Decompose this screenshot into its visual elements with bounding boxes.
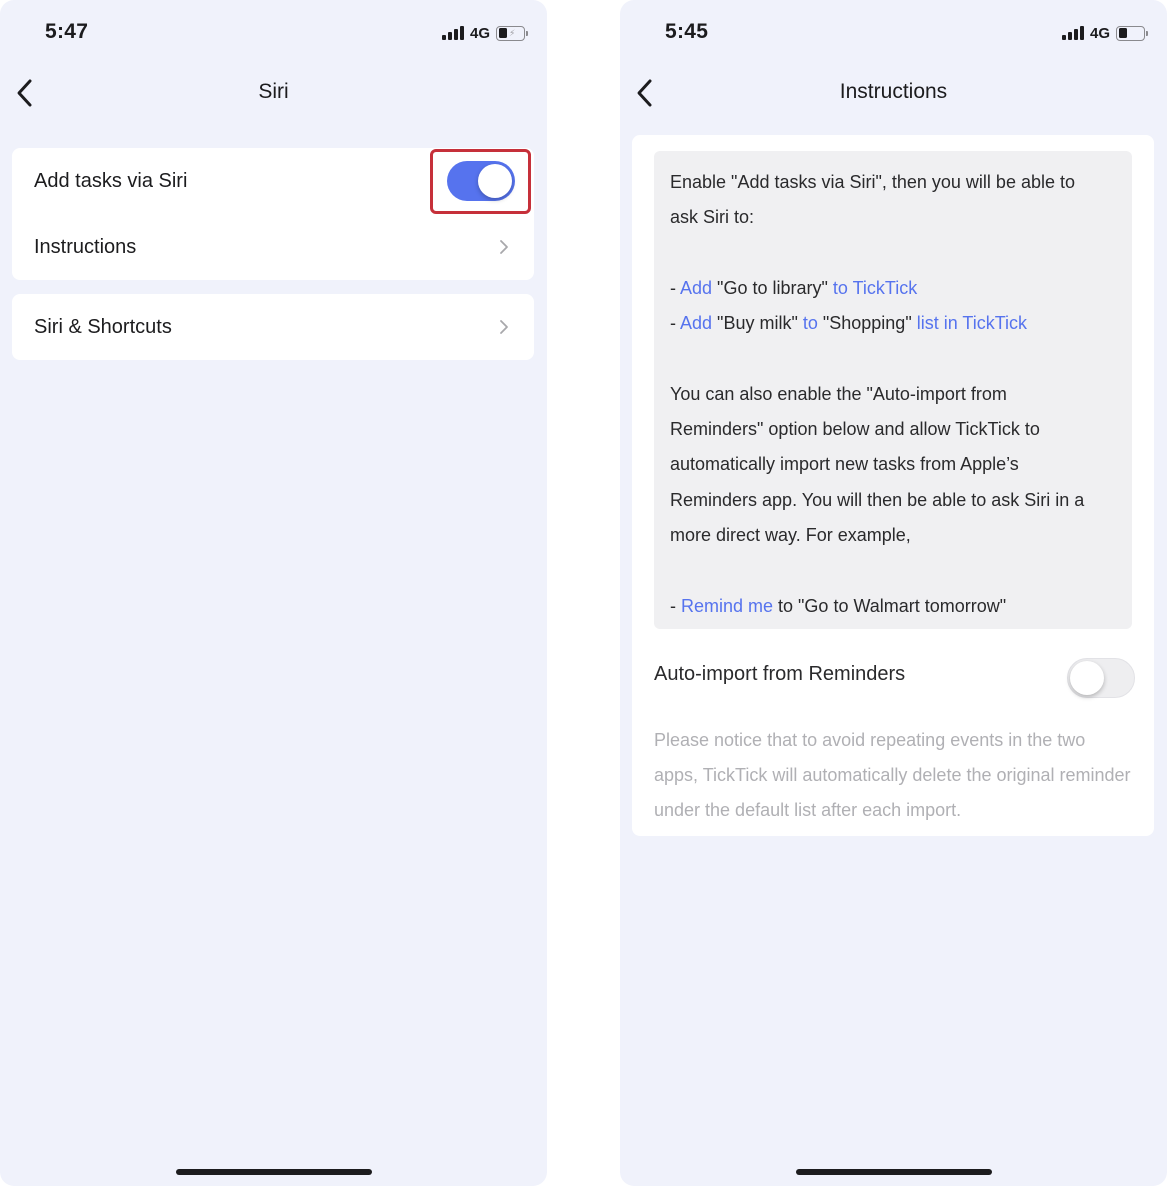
paragraph-line-3: automatically import new tasks from Appl… (670, 454, 1019, 475)
home-indicator (795, 1169, 992, 1175)
network-type: 4G (1089, 24, 1110, 42)
status-time: 5:47 (45, 20, 89, 43)
battery-icon: ⚡ (496, 25, 528, 41)
toggle-highlight-box (430, 149, 531, 214)
instructions-text-box: Enable "Add tasks via Siri", then you wi… (654, 151, 1132, 629)
intro-line-1: Enable "Add tasks via Siri", then you wi… (670, 172, 1075, 192)
example-line-3: - Remind me to "Go to Walmart tomorrow" (670, 595, 1007, 616)
page-title: Instructions (839, 80, 948, 103)
shortcuts-group: Siri & Shortcuts (12, 294, 534, 360)
signal-icon (441, 26, 464, 40)
battery-icon (1116, 25, 1148, 41)
example-line-1: - Add "Go to library" to TickTick (670, 277, 918, 298)
toggle-knob (1070, 661, 1104, 695)
status-indicators: 4G ⚡ (441, 23, 528, 43)
page-title: Siri (258, 80, 289, 103)
status-time: 5:45 (665, 20, 709, 43)
auto-import-toggle[interactable] (1067, 658, 1135, 698)
keyword-list-in-ticktick: list in TickTick (916, 313, 1028, 334)
chevron-right-icon (500, 240, 508, 254)
home-indicator (175, 1169, 372, 1175)
siri-settings-screen: 5:47 4G ⚡ Siri Add tasks via Siri Instru… (0, 0, 547, 1186)
instructions-label: Instructions (34, 235, 137, 258)
paragraph-line-5: more direct way. For example, (670, 524, 911, 545)
network-type: 4G (469, 24, 490, 42)
example-line-2: - Add "Buy milk" to "Shopping" list in T… (670, 313, 1028, 334)
signal-icon (1061, 26, 1084, 40)
keyword-to-ticktick: to TickTick (832, 277, 918, 298)
chevron-right-icon (500, 320, 508, 334)
keyword-remind-me: Remind me (681, 595, 774, 616)
instructions-screen: 5:45 4G Instructions Enable "Add tasks v… (620, 0, 1167, 1186)
keyword-add: Add (680, 277, 713, 298)
auto-import-notice: Please notice that to avoid repeating ev… (654, 730, 1131, 820)
paragraph-line-1: You can also enable the "Auto-import fro… (670, 383, 1007, 404)
siri-shortcuts-label: Siri & Shortcuts (34, 315, 172, 338)
instructions-row[interactable]: Instructions (12, 214, 534, 280)
status-indicators: 4G (1061, 23, 1148, 43)
paragraph-line-2: Reminders" option below and allow TickTi… (670, 419, 1040, 440)
add-tasks-label: Add tasks via Siri (34, 169, 188, 192)
intro-line-2: ask Siri to: (670, 207, 755, 228)
auto-import-label: Auto-import from Reminders (654, 663, 906, 685)
keyword-add: Add (680, 313, 713, 334)
instructions-card: Enable "Add tasks via Siri", then you wi… (632, 135, 1154, 836)
keyword-to: to (802, 313, 818, 334)
siri-shortcuts-row[interactable]: Siri & Shortcuts (12, 294, 534, 360)
paragraph-line-4: Reminders app. You will then be able to … (670, 489, 1085, 510)
